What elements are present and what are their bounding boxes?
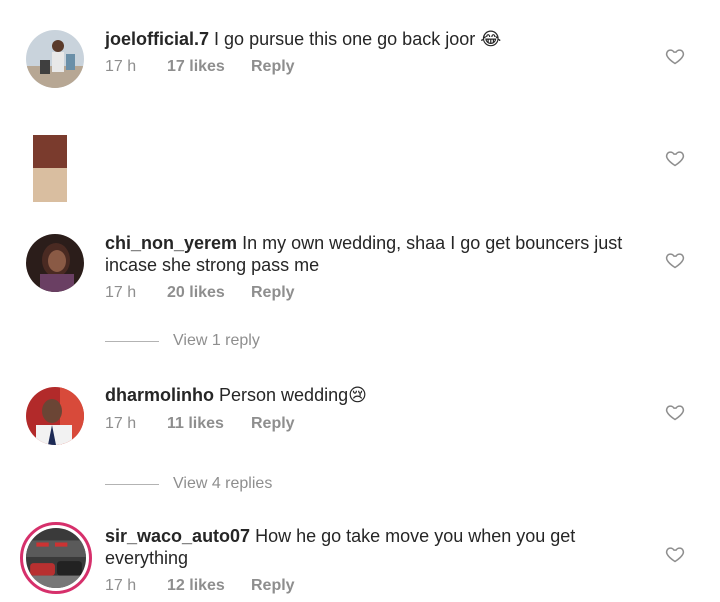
reply-button[interactable]: Reply (251, 415, 295, 433)
comment-likes[interactable]: 11 likes (167, 415, 251, 433)
view-replies-button[interactable]: View 4 replies (105, 475, 272, 493)
comment-text: sir_waco_auto07 How he go take move you … (105, 525, 645, 569)
media-thumbnail[interactable] (33, 135, 67, 202)
view-replies-label: View 1 reply (173, 332, 260, 349)
comment-time: 17 h (105, 415, 137, 432)
comment-chi_non_yerem: chi_non_yerem In my own wedding, shaa I … (0, 210, 720, 355)
view-replies-button[interactable]: View 1 reply (105, 332, 260, 350)
comment-time: 17 h (105, 58, 137, 75)
comment-time: 17 h (105, 577, 137, 594)
heart-icon[interactable] (665, 544, 685, 564)
comment-sir_waco_auto07: sir_waco_auto07 How he go take move you … (0, 505, 720, 602)
media-block-bottom (33, 168, 67, 202)
laughing-emoji-icon: 😂 (480, 29, 502, 49)
comment-body: I go pursue this one go back joor (214, 29, 476, 49)
comment-text: dharmolinho Person wedding😢 (105, 384, 645, 406)
comment-meta: 17 h 12 likes Reply (105, 577, 295, 595)
view-replies-label: View 4 replies (173, 475, 273, 492)
reply-divider-line (105, 340, 159, 342)
avatar-image (26, 528, 86, 588)
avatar-joelofficial[interactable] (26, 30, 84, 88)
heart-icon[interactable] (665, 148, 685, 168)
avatar-image (26, 387, 84, 445)
reply-divider-line (105, 483, 159, 485)
comment-username[interactable]: sir_waco_auto07 (105, 526, 250, 546)
avatar-dharmolinho[interactable] (26, 387, 84, 445)
comment-meta: 17 h 17 likes Reply (105, 58, 295, 76)
avatar-chi_non_yerem[interactable] (26, 234, 84, 292)
avatar-image (26, 30, 84, 88)
avatar-sir_waco_auto07[interactable] (20, 522, 92, 594)
heart-icon[interactable] (665, 402, 685, 422)
comment-username[interactable]: dharmolinho (105, 385, 214, 405)
reply-button[interactable]: Reply (251, 284, 295, 302)
heart-icon[interactable] (665, 250, 685, 270)
comment-likes[interactable]: 17 likes (167, 58, 251, 76)
comment-username[interactable]: joelofficial.7 (105, 29, 209, 49)
crying-emoji-icon: 😢 (348, 385, 367, 405)
media-block-top (33, 135, 67, 168)
avatar-story-ring (26, 528, 86, 588)
comment-likes[interactable]: 12 likes (167, 577, 251, 595)
comment-meta: 17 h 20 likes Reply (105, 284, 295, 302)
comment-username[interactable]: chi_non_yerem (105, 233, 237, 253)
comment-body: Person wedding (219, 385, 349, 405)
reply-button[interactable]: Reply (251, 58, 295, 76)
comment-text: joelofficial.7 I go pursue this one go b… (105, 28, 645, 50)
avatar-image (26, 234, 84, 292)
comment-dharmolinho: dharmolinho Person wedding😢 17 h 11 like… (0, 365, 720, 505)
comment-text: chi_non_yerem In my own wedding, shaa I … (105, 232, 645, 276)
comment-likes[interactable]: 20 likes (167, 284, 251, 302)
heart-icon[interactable] (665, 46, 685, 66)
comment-media-placeholder (0, 110, 720, 210)
comment-meta: 17 h 11 likes Reply (105, 415, 295, 433)
comment-joelofficial: joelofficial.7 I go pursue this one go b… (0, 0, 720, 110)
comment-time: 17 h (105, 284, 137, 301)
reply-button[interactable]: Reply (251, 577, 295, 595)
